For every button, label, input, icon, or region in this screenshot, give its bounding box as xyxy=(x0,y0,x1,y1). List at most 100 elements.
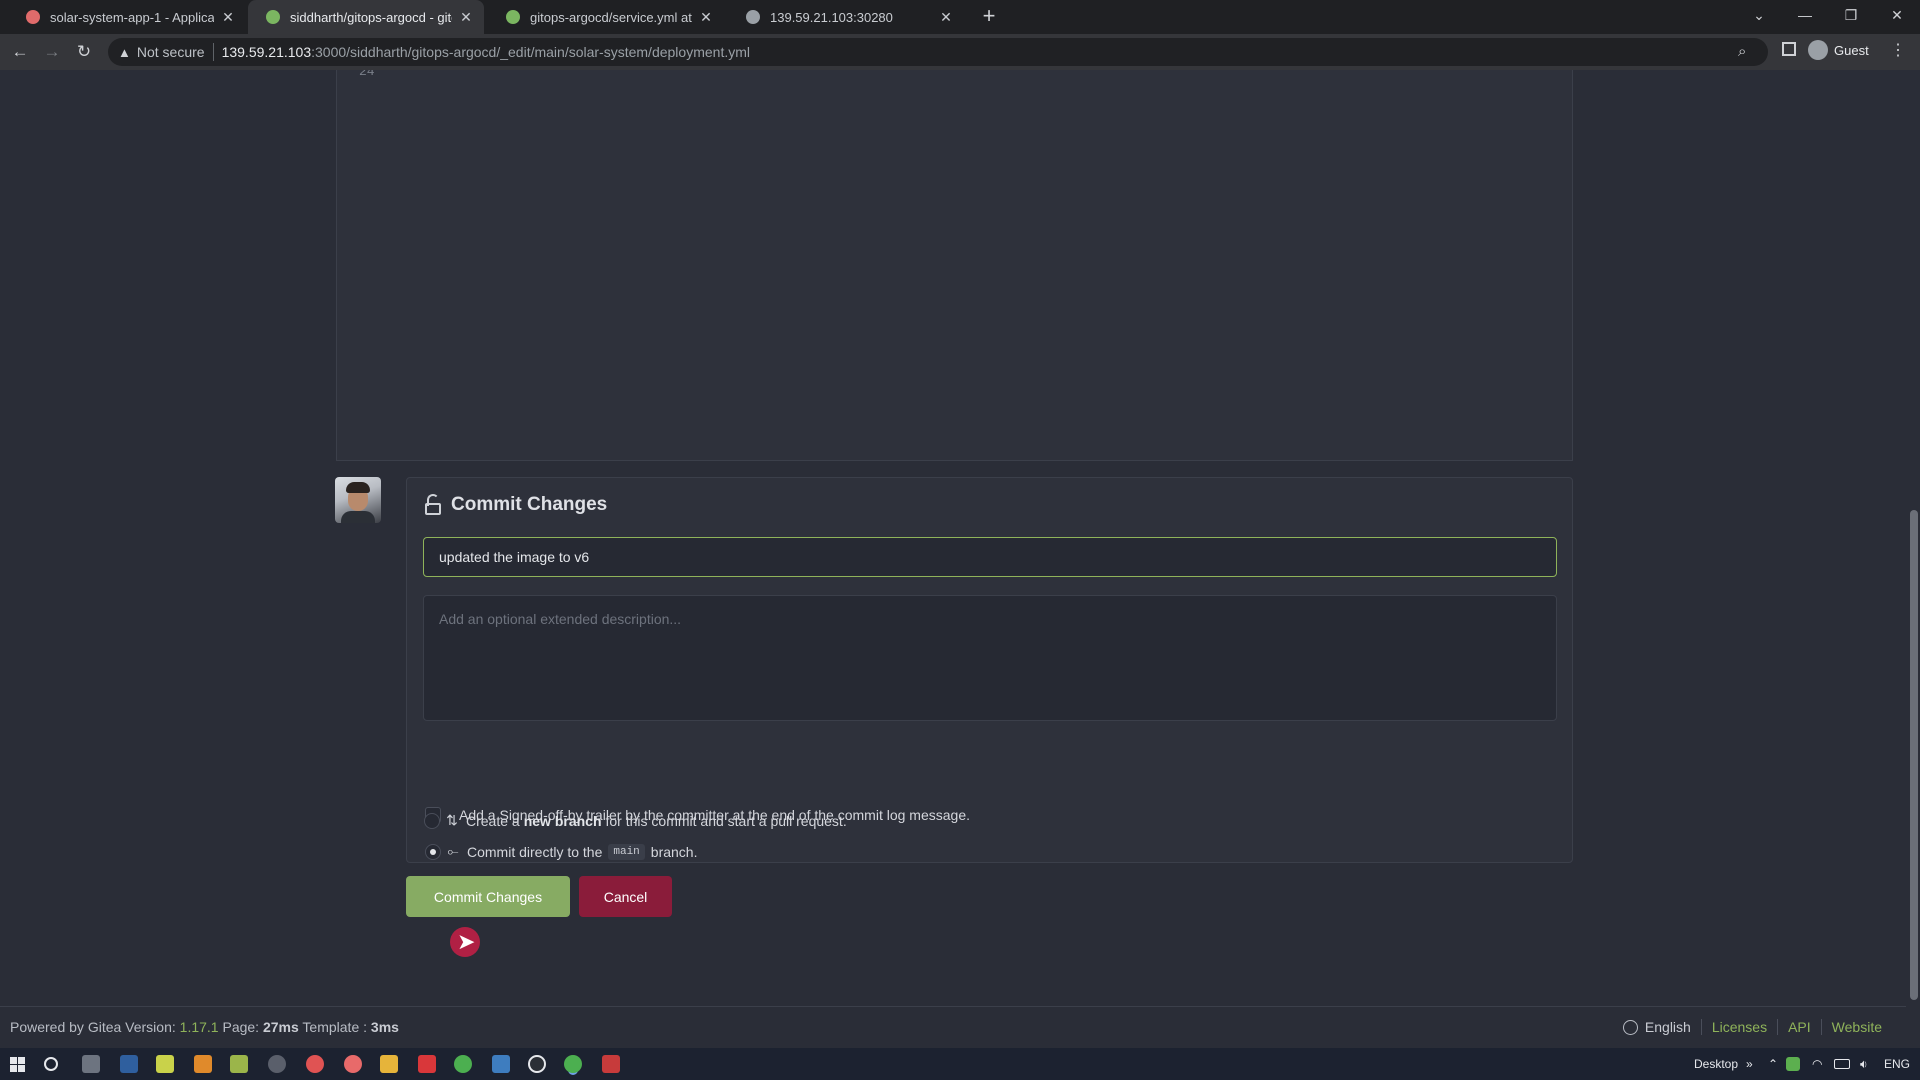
reload-icon[interactable]: ↻ xyxy=(72,40,96,64)
globe-icon xyxy=(746,10,760,24)
commit-form: Commit Changes Add a Signed-off-by trail… xyxy=(406,477,1573,863)
cancel-button[interactable]: Cancel xyxy=(579,876,672,917)
pdf-icon[interactable] xyxy=(418,1055,436,1073)
tab-solar-system-app[interactable]: solar-system-app-1 - Application ✕ xyxy=(8,0,246,34)
footer-version-info: Powered by Gitea Version: 1.17.1 Page: 2… xyxy=(10,1019,399,1035)
code-editor[interactable]: 24 xyxy=(336,70,1573,461)
mouse-cursor-icon: ➤ xyxy=(457,929,476,954)
language-indicator[interactable]: ENG xyxy=(1884,1057,1910,1071)
desktop-label[interactable]: Desktop xyxy=(1694,1057,1738,1071)
more-menu-icon[interactable]: ⋮ xyxy=(1890,40,1906,60)
footer: Powered by Gitea Version: 1.17.1 Page: 2… xyxy=(0,1007,1906,1048)
address-bar[interactable]: ▲ Not secure 139.59.21.103 :3000/siddhar… xyxy=(108,38,1768,66)
globe-icon xyxy=(1622,1019,1638,1035)
sublime-icon[interactable] xyxy=(194,1055,212,1073)
chevron-right-icon[interactable]: » xyxy=(1746,1057,1753,1071)
powershell-icon[interactable] xyxy=(120,1055,138,1073)
minimize-button[interactable]: — xyxy=(1782,0,1828,30)
page-content: 24 Commit Changes Add a Signed-off-by tr… xyxy=(0,70,1906,1006)
taskbar-app-icon[interactable] xyxy=(528,1055,546,1073)
forward-icon[interactable]: → xyxy=(40,40,64,64)
chrome-active-icon[interactable] xyxy=(564,1055,582,1073)
url-host[interactable]: 139.59.21.103 xyxy=(222,44,312,60)
browser-tab-bar: solar-system-app-1 - Application ✕ siddh… xyxy=(0,0,1920,34)
new-branch-option[interactable]: ⇅ Create a new branch for this commit an… xyxy=(424,812,847,829)
taskbar-app-icon[interactable] xyxy=(82,1055,100,1073)
footer-links: English Licenses API Website xyxy=(1622,1019,1892,1035)
commit-direct-prefix[interactable]: Commit directly to the xyxy=(467,844,602,860)
tab-ip-30280[interactable]: 139.59.21.103:30280 ✕ xyxy=(728,0,964,34)
tab-gitops-argocd[interactable]: siddharth/gitops-argocd - gitop ✕ xyxy=(248,0,484,34)
tab-title: siddharth/gitops-argocd - gitop xyxy=(290,9,452,25)
new-tab-button[interactable]: + xyxy=(976,4,1002,30)
gitea-version[interactable]: 1.17.1 xyxy=(180,1019,219,1035)
close-tab-icon[interactable]: ✕ xyxy=(220,9,236,26)
commit-direct-radio[interactable] xyxy=(425,843,441,860)
file-explorer-icon[interactable] xyxy=(380,1055,398,1073)
tab-favicon-icon xyxy=(506,10,520,24)
profile-label: Guest xyxy=(1834,42,1869,58)
taskbar-app-icon[interactable] xyxy=(344,1055,362,1073)
remote-desktop-icon[interactable] xyxy=(492,1055,510,1073)
tray-app-icon[interactable] xyxy=(1786,1057,1800,1071)
volume-icon[interactable]: 🔉︎ xyxy=(1860,1057,1868,1072)
wifi-icon[interactable]: ◠ xyxy=(1812,1057,1822,1071)
tab-title: gitops-argocd/service.yml at ma xyxy=(530,9,692,25)
page-label: Page: xyxy=(222,1019,260,1035)
commit-summary-input[interactable] xyxy=(423,537,1557,577)
divider xyxy=(212,43,214,61)
new-branch-radio[interactable] xyxy=(424,812,440,829)
commit-direct-suffix[interactable]: branch. xyxy=(651,844,698,860)
powerpoint-icon[interactable] xyxy=(602,1055,620,1073)
zoom-icon[interactable]: ⌕ xyxy=(1738,43,1746,60)
chrome-icon[interactable] xyxy=(454,1055,472,1073)
website-link[interactable]: Website xyxy=(1820,1019,1892,1035)
licenses-link[interactable]: Licenses xyxy=(1700,1019,1777,1035)
battery-icon[interactable] xyxy=(1834,1059,1850,1069)
git-commit-icon: ⟜ xyxy=(447,843,459,859)
new-branch-suffix[interactable]: for this commit and start a pull request… xyxy=(606,813,847,829)
tab-title: solar-system-app-1 - Application xyxy=(50,9,214,25)
back-icon[interactable]: ← xyxy=(8,40,32,64)
chevron-up-icon[interactable]: ⌃ xyxy=(1768,1057,1778,1071)
commit-title: Commit Changes xyxy=(451,494,608,515)
close-window-button[interactable]: ✕ xyxy=(1874,0,1920,30)
close-tab-icon[interactable]: ✕ xyxy=(458,9,474,26)
commit-heading: Commit Changes xyxy=(425,494,607,516)
warning-icon[interactable]: ▲ xyxy=(118,45,131,60)
tab-title: 139.59.21.103:30280 xyxy=(770,9,893,25)
notes-icon[interactable] xyxy=(156,1055,174,1073)
taskbar-app-icon[interactable] xyxy=(268,1055,286,1073)
close-tab-icon[interactable]: ✕ xyxy=(938,9,954,26)
powered-by-label: Powered by Gitea Version: xyxy=(10,1019,176,1035)
tab-favicon-icon xyxy=(266,10,280,24)
commit-changes-button[interactable]: Commit Changes xyxy=(406,876,570,917)
tab-favicon-icon xyxy=(26,10,40,24)
api-link[interactable]: API xyxy=(1777,1019,1821,1035)
restore-button[interactable]: ❐ xyxy=(1828,0,1874,30)
url-path[interactable]: :3000/siddharth/gitops-argocd/_edit/main… xyxy=(311,44,750,60)
security-label[interactable]: Not secure xyxy=(137,44,205,60)
avatar xyxy=(335,477,381,523)
unlock-icon xyxy=(425,494,441,516)
tab-search-icon[interactable]: ⌄ xyxy=(1736,0,1782,30)
windows-start-icon[interactable] xyxy=(10,1057,25,1072)
new-branch-prefix[interactable]: Create a xyxy=(466,813,520,829)
commit-direct-option[interactable]: ⟜ Commit directly to the main branch. xyxy=(425,843,697,860)
search-icon[interactable] xyxy=(44,1057,58,1071)
scrollbar-thumb[interactable] xyxy=(1910,510,1918,1000)
template-label: Template : xyxy=(302,1019,368,1035)
recorder-icon[interactable] xyxy=(306,1055,324,1073)
profile-button[interactable]: Guest xyxy=(1808,40,1869,60)
tab-service-yml[interactable]: gitops-argocd/service.yml at ma ✕ xyxy=(488,0,724,34)
commit-description-field[interactable] xyxy=(423,595,1557,721)
language-selector[interactable]: English xyxy=(1645,1019,1701,1035)
new-branch-bold[interactable]: new branch xyxy=(524,813,602,829)
branch-name: main xyxy=(608,843,645,860)
page-time: 27ms xyxy=(262,1019,299,1035)
pull-request-icon: ⇅ xyxy=(446,812,458,828)
side-panel-icon[interactable] xyxy=(1782,42,1796,56)
editor-icon[interactable] xyxy=(230,1055,248,1073)
close-tab-icon[interactable]: ✕ xyxy=(698,9,714,26)
template-time: 3ms xyxy=(370,1019,399,1035)
